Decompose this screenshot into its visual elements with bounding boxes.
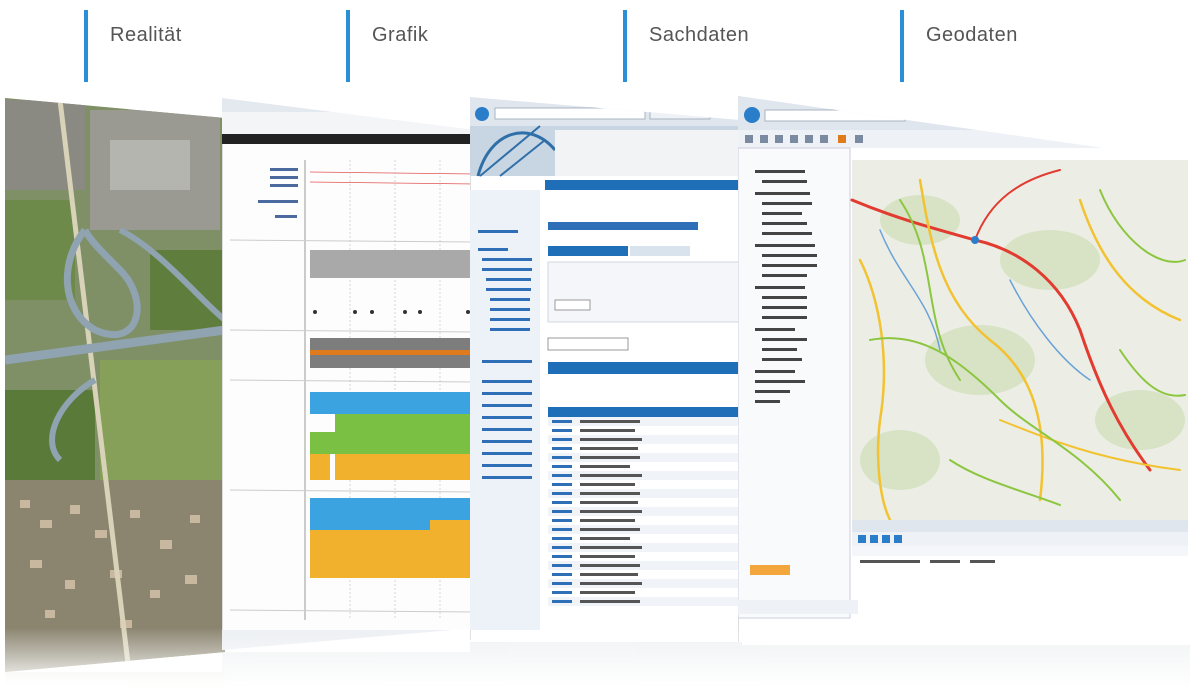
sachdaten-window: [470, 97, 740, 640]
geodaten-window: [738, 96, 1188, 642]
screens-collage: [5, 96, 1190, 698]
aerial-photo-panel: [5, 98, 225, 672]
grafik-window: [222, 98, 475, 650]
